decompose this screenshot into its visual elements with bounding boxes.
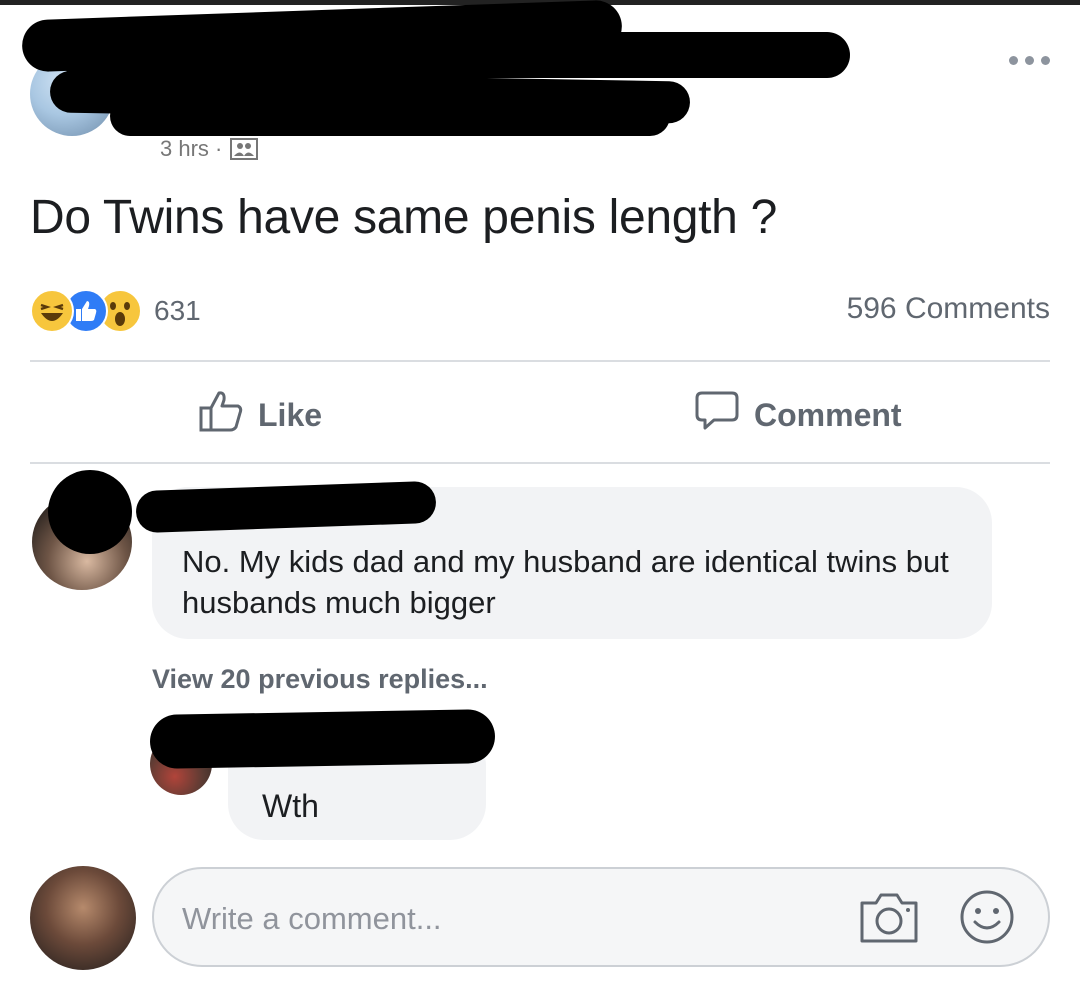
comment-icon xyxy=(694,389,740,441)
redaction-author-name-2 xyxy=(60,32,850,78)
divider xyxy=(30,360,1050,362)
like-button[interactable]: Like xyxy=(198,389,323,441)
like-label: Like xyxy=(258,396,323,433)
redaction-avatar xyxy=(48,470,132,554)
audience-icon[interactable] xyxy=(230,138,259,160)
reactions-summary[interactable]: 631 xyxy=(30,289,201,333)
facebook-post: 3 hrs · Do Twins have same penis length … xyxy=(0,0,1080,990)
comment-label: Comment xyxy=(754,396,902,433)
redaction-author-name-4 xyxy=(110,96,670,136)
haha-icon xyxy=(30,289,74,333)
comment-button[interactable]: Comment xyxy=(694,389,902,441)
emoji-icon[interactable] xyxy=(958,888,1016,946)
current-user-avatar[interactable] xyxy=(30,866,136,970)
divider xyxy=(30,462,1050,464)
camera-icon[interactable] xyxy=(858,891,920,945)
post-text: Do Twins have same penis length ? xyxy=(30,191,777,244)
comment-text: No. My kids dad and my husband are ident… xyxy=(182,544,949,620)
comments-count-link[interactable]: 596 Comments xyxy=(847,292,1050,326)
post-timestamp[interactable]: 3 hrs · xyxy=(160,136,259,162)
more-options-icon[interactable] xyxy=(1006,52,1052,68)
view-previous-replies-link[interactable]: View 20 previous replies... xyxy=(152,664,488,695)
reply-text: Wth xyxy=(262,788,319,824)
timestamp-text: 3 hrs · xyxy=(160,136,223,161)
redaction-replier-name xyxy=(149,708,496,770)
thumbs-up-icon xyxy=(198,389,244,441)
reaction-count: 631 xyxy=(154,295,201,326)
comment-placeholder: Write a comment... xyxy=(182,901,442,936)
